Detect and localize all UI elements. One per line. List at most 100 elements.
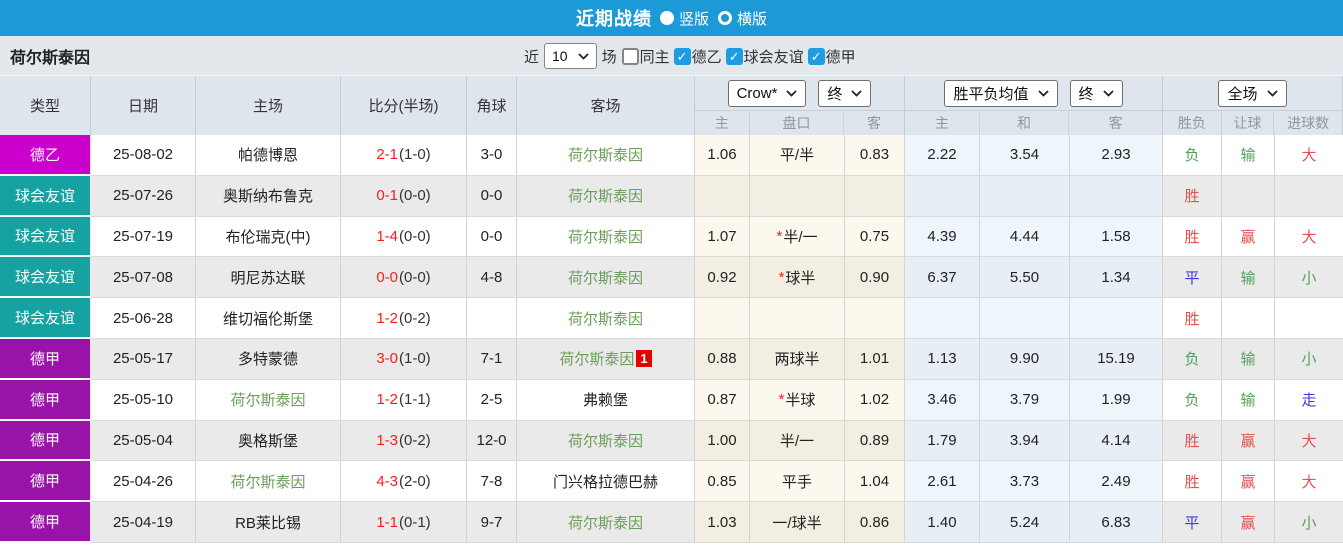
table-row: 德甲 25-05-17 多特蒙德 3-0 (1-0) 7-1 荷尔斯泰因 1 0.88 两球半 1.… <box>0 338 1343 380</box>
filter-checkbox-item[interactable]: ✓ 德甲 <box>807 46 856 67</box>
table-row: 球会友谊 25-07-19 布伦瑞克(中) 1-4 (0-0) 0-0 荷尔斯泰因 1.07 *… <box>0 216 1343 258</box>
away-team-cell[interactable]: 荷尔斯泰因 <box>517 175 695 217</box>
radio-label: 横版 <box>737 10 768 28</box>
team-name[interactable]: 荷尔斯泰因 <box>568 144 643 165</box>
table-row: 德乙 25-08-02 帕德博恩 2-1 (1-0) 3-0 荷尔斯泰因 1.06 平/半 0.8… <box>0 135 1343 176</box>
away-team-cell[interactable]: 荷尔斯泰因 <box>517 257 695 299</box>
checkbox-checked-icon[interactable]: ✓ <box>673 47 691 65</box>
home-team-cell[interactable]: 多特蒙德 <box>196 338 341 380</box>
away-team-cell[interactable]: 门兴格拉德巴赫 <box>517 461 695 503</box>
halftime-score: (1-0) <box>399 146 431 164</box>
fulltime-score: 1-2 <box>376 391 398 409</box>
goals-result-cell: 大 <box>1275 135 1343 176</box>
subheader-goals: 进球数 <box>1287 115 1330 131</box>
subheader-avg-draw: 和 <box>980 111 1070 135</box>
away-team-cell[interactable]: 荷尔斯泰因 <box>517 502 695 543</box>
corner-cell: 0-0 <box>467 175 517 217</box>
team-name[interactable]: 荷尔斯泰因 <box>230 389 305 410</box>
avg-away-cell: 2.93 <box>1070 135 1163 176</box>
team-name[interactable]: 荷尔斯泰因 <box>568 226 643 247</box>
subheader-result: 胜负 <box>1163 111 1222 135</box>
score-cell: 0-1 (0-0) <box>341 175 467 217</box>
date-cell: 25-08-02 <box>91 135 196 176</box>
team-name[interactable]: 明尼苏达联 <box>230 267 305 288</box>
home-team-cell[interactable]: 维切福伦斯堡 <box>196 298 341 339</box>
avg-away-cell: 2.49 <box>1070 461 1163 503</box>
team-name[interactable]: 奥格斯堡 <box>238 430 298 451</box>
team-name[interactable]: 布伦瑞克(中) <box>226 226 311 247</box>
avg-final-select[interactable]: 终 <box>1069 79 1123 107</box>
result-cell: 负 <box>1163 135 1222 176</box>
page-title: 近期战绩 <box>575 9 652 29</box>
corner-cell: 0-0 <box>467 216 517 258</box>
home-team-cell[interactable]: 荷尔斯泰因 <box>196 461 341 503</box>
avg-final-value: 终 <box>1078 85 1094 103</box>
team-name[interactable]: 荷尔斯泰因 <box>568 308 643 329</box>
home-team-cell[interactable]: 帕德博恩 <box>196 135 341 176</box>
date-cell: 25-07-26 <box>91 175 196 217</box>
away-team-cell[interactable]: 荷尔斯泰因 <box>517 216 695 258</box>
handicap-line-text: 半球 <box>785 392 816 410</box>
avg-header-group: 胜平负均值 终 主 和 客 <box>905 76 1163 135</box>
home-team-cell[interactable]: 荷尔斯泰因 <box>196 379 341 421</box>
away-team-cell[interactable]: 荷尔斯泰因 1 <box>517 338 695 380</box>
handicap-line-cell: * 半球 <box>750 379 845 421</box>
team-name[interactable]: 荷尔斯泰因 <box>568 512 643 533</box>
team-name[interactable]: 荷尔斯泰因 <box>568 267 643 288</box>
home-team-cell[interactable]: 布伦瑞克(中) <box>196 216 341 258</box>
halftime-score: (0-1) <box>399 513 431 531</box>
away-team-cell[interactable]: 弗赖堡 <box>517 379 695 421</box>
home-team-cell[interactable]: 奥斯纳布鲁克 <box>196 175 341 217</box>
handicap-line-cell: * 半/一 <box>750 216 845 258</box>
odds-company-select[interactable]: Crow* <box>727 79 807 107</box>
fulltime-score: 0-0 <box>376 268 398 286</box>
filter-controls: 近 10 场 同主 ✓ 德乙 ✓ 球会友谊 ✓ 德甲 <box>524 36 856 76</box>
team-name[interactable]: 帕德博恩 <box>238 144 298 165</box>
recent-count-select[interactable]: 10 <box>544 43 597 69</box>
layout-radio-selected[interactable]: 竖版 <box>659 8 709 29</box>
team-name[interactable]: 荷尔斯泰因 <box>230 471 305 492</box>
checkbox-checked-icon[interactable]: ✓ <box>807 47 825 65</box>
filter-checkbox-item[interactable]: ✓ 球会友谊 <box>725 46 804 67</box>
away-team-cell[interactable]: 荷尔斯泰因 <box>517 135 695 176</box>
corner-cell <box>467 298 517 339</box>
team-name[interactable]: 弗赖堡 <box>583 389 628 410</box>
checkbox-unchecked-icon[interactable] <box>621 47 639 65</box>
odds-home-cell: 1.03 <box>695 502 750 543</box>
handicap-line-cell: * 球半 <box>750 257 845 299</box>
team-name[interactable]: 荷尔斯泰因 <box>559 348 634 369</box>
home-team-cell[interactable]: 明尼苏达联 <box>196 257 341 299</box>
odds-home-cell: 1.00 <box>695 420 750 462</box>
team-name[interactable]: 多特蒙德 <box>238 348 298 369</box>
odds-final-select[interactable]: 终 <box>818 79 872 107</box>
team-name[interactable]: 维切福伦斯堡 <box>223 308 313 329</box>
layout-radio-option[interactable]: 横版 <box>718 8 767 29</box>
corner-cell: 4-8 <box>467 257 517 299</box>
checkbox-checked-icon[interactable]: ✓ <box>725 47 743 65</box>
filter-checkbox-item[interactable]: ✓ 德乙 <box>673 46 722 67</box>
team-name[interactable]: 奥斯纳布鲁克 <box>223 185 313 206</box>
handicap-result-cell: 赢 <box>1222 502 1275 543</box>
team-name[interactable]: 门兴格拉德巴赫 <box>553 471 658 492</box>
avg-draw-cell: 5.50 <box>980 257 1070 299</box>
avg-draw-cell: 3.54 <box>980 135 1070 176</box>
avg-home-cell: 1.40 <box>905 502 980 543</box>
scope-select[interactable]: 全场 <box>1218 79 1287 107</box>
team-name[interactable]: 荷尔斯泰因 <box>568 185 643 206</box>
avg-home-cell: 2.22 <box>905 135 980 176</box>
filter-checkbox-item[interactable]: 同主 <box>621 46 670 67</box>
team-name[interactable]: RB莱比锡 <box>235 512 301 533</box>
header-score: 比分(半场) <box>341 76 467 135</box>
fulltime-score: 2-1 <box>376 146 398 164</box>
date-cell: 25-05-10 <box>91 379 196 421</box>
avg-home-cell: 3.46 <box>905 379 980 421</box>
handicap-line-cell: 半/一 <box>750 420 845 462</box>
away-team-cell[interactable]: 荷尔斯泰因 <box>517 298 695 339</box>
avg-type-select[interactable]: 胜平负均值 <box>944 79 1058 107</box>
away-team-cell[interactable]: 荷尔斯泰因 <box>517 420 695 462</box>
team-name[interactable]: 荷尔斯泰因 <box>568 430 643 451</box>
type-badge: 球会友谊 <box>0 257 91 299</box>
home-team-cell[interactable]: 奥格斯堡 <box>196 420 341 462</box>
score-cell: 2-1 (1-0) <box>341 135 467 176</box>
home-team-cell[interactable]: RB莱比锡 <box>196 502 341 543</box>
